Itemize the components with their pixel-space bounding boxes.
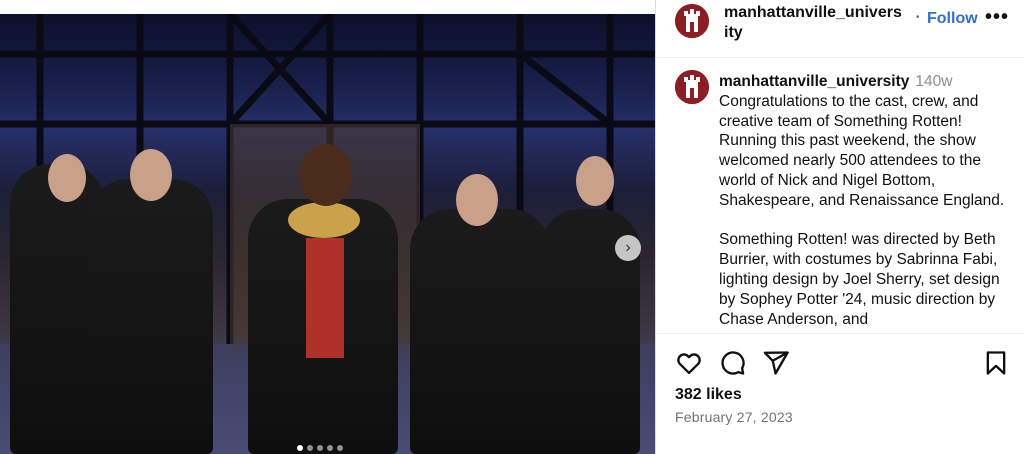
share-button[interactable]	[762, 349, 790, 377]
actor-3-ruff	[288, 202, 360, 238]
university-tower-logo	[675, 4, 709, 38]
actor-3-head	[300, 144, 352, 206]
action-bar: 382 likes February 27, 2023	[656, 333, 1024, 454]
more-horizontal-icon: •••	[985, 6, 1010, 28]
author-avatar[interactable]	[675, 4, 709, 38]
next-photo-button[interactable]: ›	[615, 235, 641, 261]
carousel-indicator	[297, 445, 343, 451]
follow-button[interactable]: Follow	[927, 10, 978, 28]
separator-dot: •	[916, 12, 920, 23]
comment-button[interactable]	[718, 349, 746, 377]
post-photo[interactable]: ›	[0, 14, 655, 454]
actor-3-doublet	[306, 238, 344, 358]
likes-count[interactable]: 382 likes	[675, 386, 742, 404]
more-options-button[interactable]: •••	[985, 6, 1009, 29]
post-details-panel: manhattanville_university • Follow ••• m…	[655, 0, 1024, 454]
comments-section: manhattanville_university 140w Congratula…	[656, 58, 1024, 333]
bookmark-icon	[986, 351, 1006, 375]
university-tower-logo	[675, 70, 709, 104]
comment-icon	[721, 351, 745, 375]
send-icon	[763, 351, 789, 375]
carousel-dot	[317, 445, 323, 451]
actor-2	[88, 179, 213, 454]
post-date[interactable]: February 27, 2023	[675, 409, 793, 425]
like-button[interactable]	[675, 349, 703, 377]
actor-2-head	[130, 149, 172, 201]
save-button[interactable]	[982, 349, 1010, 377]
carousel-dot	[337, 445, 343, 451]
caption-author-avatar[interactable]	[675, 70, 709, 104]
post-age[interactable]: 140w	[915, 73, 952, 90]
carousel-dot	[327, 445, 333, 451]
actor-5-head	[576, 156, 614, 206]
heart-icon	[677, 353, 701, 375]
actor-4	[410, 209, 550, 454]
actor-1-head	[48, 154, 86, 202]
chevron-right-icon: ›	[625, 239, 631, 256]
caption-paragraph-1: Congratulations to the cast, crew, and c…	[719, 92, 1005, 209]
caption-paragraph-2: Something Rotten! was directed by Beth B…	[719, 231, 1000, 328]
post-header: manhattanville_university • Follow •••	[656, 0, 1024, 58]
author-username[interactable]: manhattanville_university	[724, 3, 906, 43]
post-caption: manhattanville_university 140w Congratula…	[719, 72, 1019, 329]
actor-4-head	[456, 174, 498, 226]
carousel-dot	[307, 445, 313, 451]
carousel-dot	[297, 445, 303, 451]
caption-username[interactable]: manhattanville_university	[719, 73, 909, 90]
